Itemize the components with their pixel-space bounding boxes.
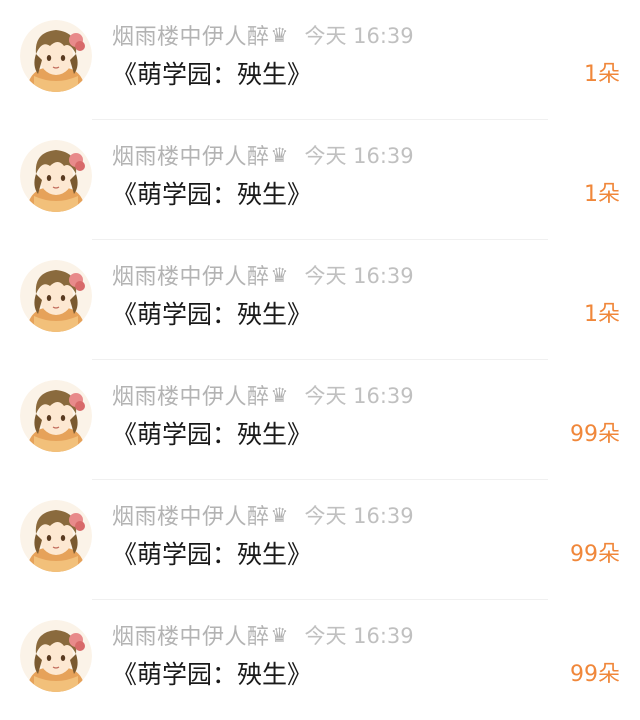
- gift-record-row[interactable]: 烟雨楼中伊人醉 ♛ 今天 16:39 《萌学园：殃生》 99朵: [0, 480, 640, 600]
- gift-record-row[interactable]: 烟雨楼中伊人醉 ♛ 今天 16:39 《萌学园：殃生》 1朵: [0, 0, 640, 120]
- gift-time: 今天 16:39: [304, 504, 414, 528]
- crown-icon: ♛: [270, 623, 289, 647]
- gift-time: 今天 16:39: [304, 24, 414, 48]
- crown-icon: ♛: [270, 383, 289, 407]
- gift-meta: 烟雨楼中伊人醉 ♛ 今天 16:39: [112, 499, 414, 531]
- user-avatar[interactable]: [20, 260, 92, 332]
- flower-count: 99朵: [570, 422, 620, 447]
- avatar-image: [20, 380, 92, 452]
- gift-record-row[interactable]: 烟雨楼中伊人醉 ♛ 今天 16:39 《萌学园：殃生》 99朵: [0, 600, 640, 720]
- gift-record-list: 烟雨楼中伊人醉 ♛ 今天 16:39 《萌学园：殃生》 1朵 烟雨楼中伊人醉 ♛…: [0, 0, 640, 704]
- gift-meta: 烟雨楼中伊人醉 ♛ 今天 16:39: [112, 259, 414, 291]
- gift-meta: 烟雨楼中伊人醉 ♛ 今天 16:39: [112, 19, 414, 51]
- work-title[interactable]: 《萌学园：殃生》: [112, 177, 312, 213]
- gift-meta: 烟雨楼中伊人醉 ♛ 今天 16:39: [112, 619, 414, 651]
- flower-count: 1朵: [584, 182, 620, 207]
- gift-record-row[interactable]: 烟雨楼中伊人醉 ♛ 今天 16:39 《萌学园：殃生》 1朵: [0, 240, 640, 360]
- work-title[interactable]: 《萌学园：殃生》: [112, 57, 312, 93]
- user-avatar[interactable]: [20, 20, 92, 92]
- work-title[interactable]: 《萌学园：殃生》: [112, 297, 312, 333]
- flower-count: 1朵: [584, 302, 620, 327]
- flower-count: 99朵: [570, 662, 620, 687]
- user-avatar[interactable]: [20, 140, 92, 212]
- work-title[interactable]: 《萌学园：殃生》: [112, 417, 312, 453]
- username[interactable]: 烟雨楼中伊人醉: [112, 139, 270, 171]
- username[interactable]: 烟雨楼中伊人醉: [112, 19, 270, 51]
- flower-count: 99朵: [570, 542, 620, 567]
- gift-time: 今天 16:39: [304, 624, 414, 648]
- work-title[interactable]: 《萌学园：殃生》: [112, 537, 312, 573]
- user-avatar[interactable]: [20, 500, 92, 572]
- flower-count: 1朵: [584, 62, 620, 87]
- gift-meta: 烟雨楼中伊人醉 ♛ 今天 16:39: [112, 139, 414, 171]
- username[interactable]: 烟雨楼中伊人醉: [112, 259, 270, 291]
- user-avatar[interactable]: [20, 380, 92, 452]
- gift-record-row[interactable]: 烟雨楼中伊人醉 ♛ 今天 16:39 《萌学园：殃生》 99朵: [0, 360, 640, 480]
- username[interactable]: 烟雨楼中伊人醉: [112, 379, 270, 411]
- crown-icon: ♛: [270, 503, 289, 527]
- crown-icon: ♛: [270, 263, 289, 287]
- gift-time: 今天 16:39: [304, 384, 414, 408]
- avatar-image: [20, 500, 92, 572]
- work-title[interactable]: 《萌学园：殃生》: [112, 657, 312, 693]
- avatar-image: [20, 140, 92, 212]
- user-avatar[interactable]: [20, 620, 92, 692]
- crown-icon: ♛: [270, 143, 289, 167]
- gift-record-row[interactable]: 烟雨楼中伊人醉 ♛ 今天 16:39 《萌学园：殃生》 1朵: [0, 120, 640, 240]
- avatar-image: [20, 260, 92, 332]
- username[interactable]: 烟雨楼中伊人醉: [112, 499, 270, 531]
- gift-time: 今天 16:39: [304, 264, 414, 288]
- username[interactable]: 烟雨楼中伊人醉: [112, 619, 270, 651]
- avatar-image: [20, 20, 92, 92]
- gift-time: 今天 16:39: [304, 144, 414, 168]
- avatar-image: [20, 620, 92, 692]
- crown-icon: ♛: [270, 23, 289, 47]
- gift-meta: 烟雨楼中伊人醉 ♛ 今天 16:39: [112, 379, 414, 411]
